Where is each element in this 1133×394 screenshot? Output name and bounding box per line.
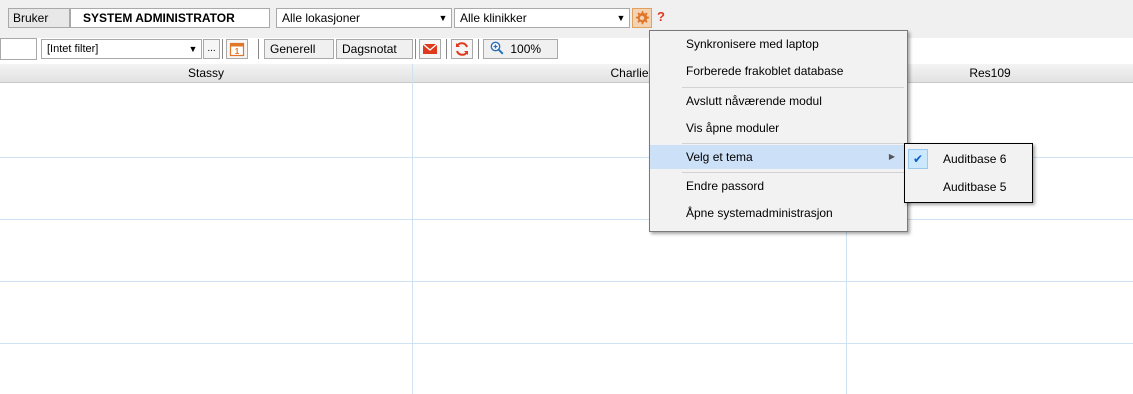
- menu-item-open-sysadmin[interactable]: Åpne systemadministrasjon: [650, 201, 907, 225]
- zoom-level: 100%: [510, 42, 542, 56]
- general-button[interactable]: Generell: [264, 39, 334, 59]
- mail-icon: [422, 43, 438, 54]
- chevron-down-icon[interactable]: ▼: [185, 40, 201, 58]
- zoom-in-icon: [490, 41, 504, 55]
- chevron-down-icon[interactable]: ▼: [435, 9, 451, 27]
- gear-icon: [635, 11, 650, 25]
- zoom-button[interactable]: 100%: [483, 39, 558, 59]
- user-label: Bruker: [8, 8, 70, 28]
- user-name-field: SYSTEM ADMINISTRATOR: [70, 8, 270, 28]
- toolbar-divider: [258, 39, 259, 59]
- refresh-icon: [456, 42, 468, 56]
- row-divider: [0, 281, 1133, 282]
- checkmark-icon: ✔: [908, 149, 928, 169]
- menu-separator: [682, 143, 904, 144]
- location-select[interactable]: Alle lokasjoner ▼: [276, 8, 452, 28]
- refresh-button[interactable]: [451, 39, 473, 59]
- clinic-select-value: Alle klinikker: [460, 11, 527, 25]
- toolbar-divider: [415, 39, 416, 59]
- menu-item-change-password[interactable]: Endre passord: [650, 174, 907, 198]
- svg-text:1: 1: [235, 47, 240, 56]
- date-field[interactable]: [0, 38, 37, 60]
- calendar-icon: 1: [229, 42, 245, 57]
- column-divider: [412, 64, 413, 394]
- mail-button[interactable]: [419, 39, 441, 59]
- menu-item-close-module[interactable]: Avslutt nåværende modul: [650, 89, 907, 113]
- theme-option-auditbase-6[interactable]: ✔ Auditbase 6: [905, 146, 1032, 172]
- toolbar-divider: [222, 39, 223, 59]
- toolbar-divider: [446, 39, 447, 59]
- row-divider: [0, 219, 1133, 220]
- clinic-select[interactable]: Alle klinikker ▼: [454, 8, 630, 28]
- day-note-button[interactable]: Dagsnotat: [336, 39, 413, 59]
- calendar-button[interactable]: 1: [226, 39, 248, 59]
- theme-option-auditbase-5[interactable]: Auditbase 5: [905, 174, 1032, 200]
- theme-submenu: ✔ Auditbase 6 Auditbase 5: [904, 143, 1033, 203]
- menu-separator: [682, 172, 904, 173]
- chevron-down-icon[interactable]: ▼: [613, 9, 629, 27]
- settings-button[interactable]: [632, 8, 652, 28]
- settings-context-menu: Synkronisere med laptop Forberede frakob…: [649, 30, 908, 232]
- ellipsis-button[interactable]: ...: [203, 39, 220, 59]
- column-header-stassy[interactable]: Stassy: [0, 64, 412, 83]
- menu-item-prepare-offline-db[interactable]: Forberede frakoblet database: [650, 59, 907, 83]
- theme-option-label: Auditbase 5: [943, 180, 1007, 194]
- row-divider: [0, 343, 1133, 344]
- menu-item-choose-theme-label: Velg et tema: [686, 150, 753, 164]
- menu-separator: [682, 87, 904, 88]
- theme-option-label: Auditbase 6: [943, 152, 1007, 166]
- filter-select[interactable]: [Intet filter] ▼: [41, 39, 202, 59]
- filter-select-value: [Intet filter]: [47, 43, 99, 55]
- menu-item-sync-laptop[interactable]: Synkronisere med laptop: [650, 32, 907, 56]
- help-button[interactable]: ?: [653, 8, 669, 28]
- toolbar-divider: [478, 39, 479, 59]
- location-select-value: Alle lokasjoner: [282, 11, 361, 25]
- menu-item-show-open-modules[interactable]: Vis åpne moduler: [650, 116, 907, 140]
- menu-item-choose-theme[interactable]: Velg et tema ▶: [650, 145, 907, 169]
- chevron-right-icon: ▶: [888, 152, 895, 161]
